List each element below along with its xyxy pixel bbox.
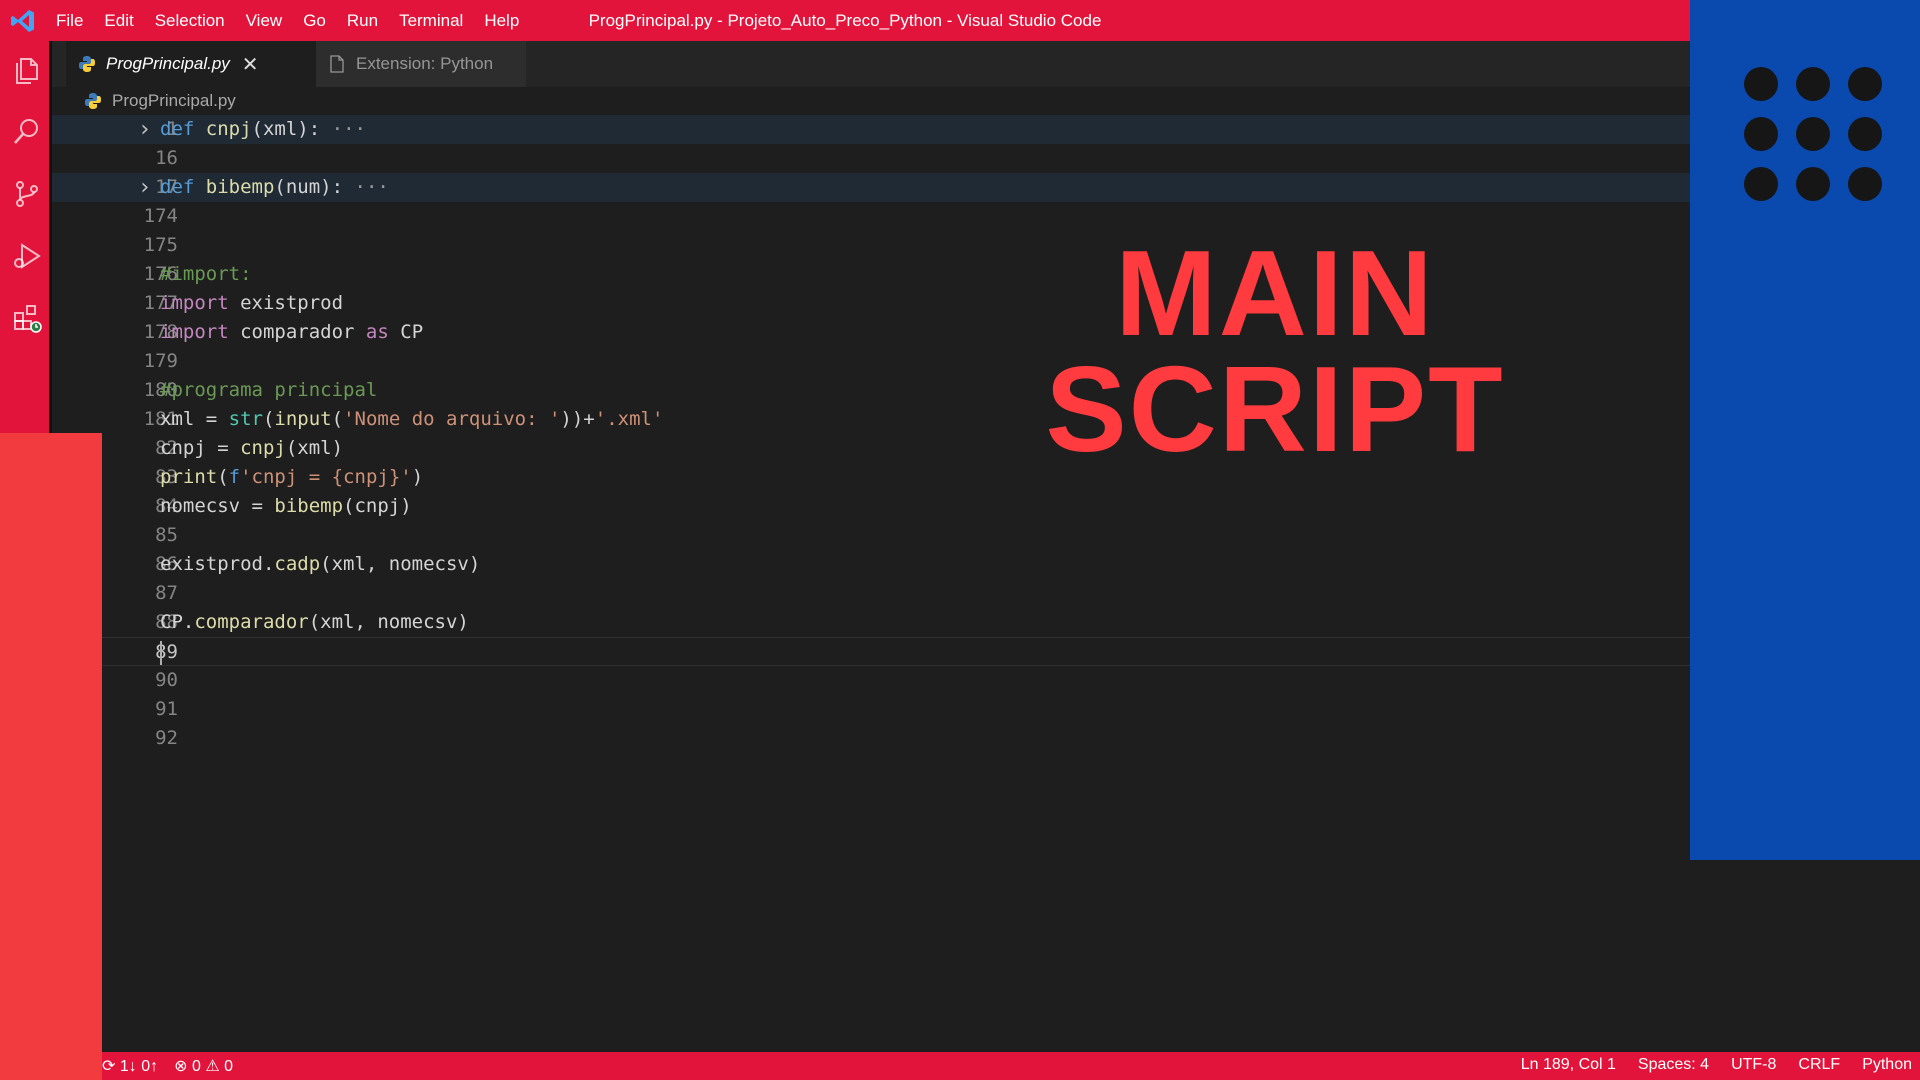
tab-extension-python[interactable]: Extension: Python — [316, 41, 526, 87]
headline-overlay: MAIN SCRIPT — [1000, 225, 1550, 477]
code-text: existprod.cadp(xml, nomecsv) — [160, 553, 481, 575]
line-number: 92 — [155, 727, 178, 749]
decorative-dot — [1744, 167, 1778, 201]
decorative-red-block — [0, 433, 102, 1080]
warning-icon: ⚠ — [205, 1058, 220, 1075]
code-line[interactable]: 84 nomecsv = bibemp(cnpj) — [52, 492, 1690, 521]
decorative-dot — [1744, 67, 1778, 101]
error-icon: ⊗ — [174, 1058, 188, 1075]
run-debug-icon[interactable] — [12, 241, 42, 271]
line-number: 174 — [143, 205, 178, 227]
tab-progprincipal[interactable]: ProgPrincipal.py ✕ — [66, 41, 316, 87]
language-mode[interactable]: Python — [1862, 1056, 1912, 1074]
search-icon[interactable] — [12, 116, 42, 146]
code-text: import existprod — [160, 292, 344, 314]
line-number: 175 — [143, 234, 178, 256]
line-number: 91 — [155, 698, 178, 720]
code-text: CP.comparador(xml, nomecsv) — [160, 611, 469, 633]
extensions-icon[interactable] — [12, 303, 42, 333]
line-ending[interactable]: CRLF — [1798, 1056, 1840, 1074]
file-icon — [330, 55, 344, 73]
code-text: def bibemp(num): ··· — [160, 176, 389, 198]
python-file-icon — [79, 56, 95, 72]
encoding[interactable]: UTF-8 — [1731, 1056, 1776, 1074]
code-line[interactable]: 89 — [52, 637, 1690, 666]
fold-chevron-icon[interactable]: › — [138, 173, 151, 202]
code-text: print(f'cnpj = {cnpj}') — [160, 466, 424, 488]
code-line[interactable]: 174 — [52, 202, 1690, 231]
sync-status[interactable]: ⟳ 1↓ 0↑ — [102, 1056, 158, 1076]
tab-label: Extension: Python — [356, 54, 494, 73]
line-number: 179 — [143, 350, 178, 372]
code-text: def cnpj(xml): ··· — [160, 118, 366, 140]
decorative-dot — [1796, 67, 1830, 101]
code-line[interactable]: 85 — [52, 521, 1690, 550]
warning-count: 0 — [224, 1058, 234, 1075]
code-line[interactable]: 86 existprod.cadp(xml, nomecsv) — [52, 550, 1690, 579]
code-text: cnpj = cnpj(xml) — [160, 437, 344, 459]
fold-chevron-icon[interactable]: › — [138, 115, 151, 144]
breadcrumb-file[interactable]: ProgPrincipal.py — [112, 91, 236, 111]
code-line[interactable]: 90 — [52, 666, 1690, 695]
decorative-dot — [1848, 117, 1882, 151]
indentation[interactable]: Spaces: 4 — [1638, 1056, 1709, 1074]
files-icon[interactable] — [12, 55, 42, 85]
breadcrumb[interactable]: ProgPrincipal.py — [84, 89, 236, 113]
headline-line-1: MAIN — [1115, 225, 1435, 361]
decorative-blue-block — [1690, 0, 1920, 860]
code-text: xml = str(input('Nome do arquivo: '))+'.… — [160, 408, 664, 430]
activity-bar — [0, 41, 52, 433]
problems-status[interactable]: ⊗ 0 ⚠ 0 — [174, 1056, 233, 1076]
line-number: 16 — [155, 147, 178, 169]
code-text: #import: — [160, 263, 252, 285]
tab-label: ProgPrincipal.py — [106, 54, 230, 73]
python-file-icon — [85, 93, 101, 109]
line-number: 90 — [155, 669, 178, 691]
headline-line-2: SCRIPT — [1045, 341, 1505, 477]
line-number: 87 — [155, 582, 178, 604]
code-line[interactable]: 91 — [52, 695, 1690, 724]
decorative-dot — [1796, 117, 1830, 151]
decorative-dot — [1744, 117, 1778, 151]
text-cursor — [160, 641, 162, 665]
window-title: ProgPrincipal.py - Projeto_Auto_Preco_Py… — [588, 11, 1102, 30]
status-bar: ⟳ 1↓ 0↑ ⊗ 0 ⚠ 0 Ln 189, Col 1 Spaces: 4 … — [102, 1052, 1920, 1080]
code-line[interactable]: 88 CP.comparador(xml, nomecsv) — [52, 608, 1690, 637]
line-number: 89 — [155, 641, 178, 663]
line-number: 85 — [155, 524, 178, 546]
code-line[interactable]: 16 — [52, 144, 1690, 173]
decorative-dot — [1796, 167, 1830, 201]
close-icon[interactable]: ✕ — [242, 52, 259, 77]
cursor-position[interactable]: Ln 189, Col 1 — [1521, 1056, 1616, 1074]
code-line[interactable]: 92 — [52, 724, 1690, 753]
code-text: import comparador as CP — [160, 321, 424, 343]
decorative-dot — [1848, 67, 1882, 101]
code-text: #programa principal — [160, 379, 378, 401]
code-text: nomecsv = bibemp(cnpj) — [160, 495, 412, 517]
decorative-dot — [1848, 167, 1882, 201]
code-line[interactable]: 87 — [52, 579, 1690, 608]
tab-bar: ProgPrincipal.py ✕ Extension: Python — [52, 41, 1690, 87]
title-bar: File Edit Selection View Go Run Terminal… — [0, 0, 1690, 41]
source-control-icon[interactable] — [12, 179, 42, 209]
error-count: 0 — [191, 1058, 201, 1075]
code-line[interactable]: 1 › def cnpj(xml): ··· — [52, 115, 1690, 144]
code-line[interactable]: 17 › def bibemp(num): ··· — [52, 173, 1690, 202]
sync-count: 1↓ 0↑ — [119, 1058, 159, 1075]
